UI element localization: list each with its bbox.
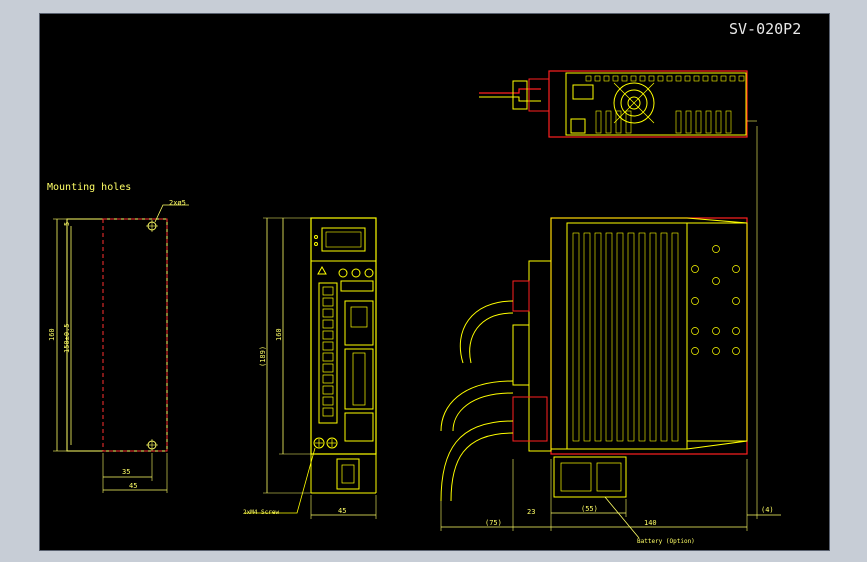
side-view: Battery (Option) (75) 23 (55) 140 (4)	[440, 126, 781, 545]
top-fin	[725, 110, 732, 134]
top-fin	[705, 110, 712, 134]
dim-front-overall-height: (189)	[259, 346, 267, 367]
mounting-holes-label: Mounting holes	[47, 182, 131, 193]
top-vent-slot	[648, 75, 655, 82]
side-fin	[583, 232, 591, 442]
top-vent-slot	[702, 75, 709, 82]
front-body	[310, 217, 377, 455]
top-view	[479, 70, 757, 138]
front-terminal	[322, 396, 334, 406]
hole-callout: 2xø5	[169, 199, 186, 207]
front-terminal	[322, 319, 334, 329]
front-terminals	[322, 286, 334, 417]
dim-side-offset: 23	[527, 508, 535, 516]
cable-1	[459, 300, 514, 364]
drawing-title: SV-020P2	[729, 20, 801, 38]
cable-2	[440, 380, 514, 432]
side-mount-hole	[691, 347, 699, 355]
front-terminal	[322, 341, 334, 351]
dim-side-battery: (55)	[581, 505, 598, 513]
top-vent-slot	[684, 75, 691, 82]
dim-mount-top-offset: 5	[63, 222, 71, 226]
dim-front-height: 160	[275, 328, 283, 341]
dim-mount-pitch: 150±0.5	[63, 323, 71, 353]
top-vent-slot	[693, 75, 700, 82]
top-fin	[605, 110, 612, 134]
mounting-holes-view: Mounting holes 2xø5 160 150±0.5 5 35 45	[47, 182, 189, 493]
cad-drawing-viewport: SV-020P2 Mounting holes 2xø5 160 150±0.5…	[39, 13, 830, 551]
side-mount-hole	[712, 245, 720, 253]
dim-side-cable: (75)	[485, 519, 502, 527]
front-view: 2xM4 Screw (189) 160 45	[243, 217, 377, 519]
side-fin	[627, 232, 635, 442]
top-vent-slot	[621, 75, 628, 82]
side-fin	[638, 232, 646, 442]
front-terminal	[322, 297, 334, 307]
top-fin	[675, 110, 682, 134]
side-mount-hole	[712, 277, 720, 285]
top-vent-slot	[711, 75, 718, 82]
dim-front-width: 45	[338, 507, 346, 515]
dim-mount-width: 45	[129, 482, 137, 490]
front-terminal	[322, 374, 334, 384]
side-mount-hole	[712, 327, 720, 335]
dim-mount-hole-spacing: 35	[122, 468, 130, 476]
battery-callout: Battery (Option)	[637, 538, 695, 545]
dim-side-depth: 140	[644, 519, 657, 527]
side-fin	[649, 232, 657, 442]
side-fins	[572, 232, 679, 442]
mount-plate-hidden	[102, 218, 168, 452]
top-vent-slot	[594, 75, 601, 82]
side-fin	[660, 232, 668, 442]
side-mount-hole	[732, 265, 740, 273]
top-vent-slot	[585, 75, 592, 82]
top-vent-slot	[603, 75, 610, 82]
side-mount-hole	[691, 297, 699, 305]
top-vent-slot	[630, 75, 637, 82]
side-mount-hole	[712, 347, 720, 355]
top-vent-slot	[738, 75, 745, 82]
top-fin	[695, 110, 702, 134]
side-fin	[572, 232, 580, 442]
front-terminal	[322, 385, 334, 395]
side-fin	[616, 232, 624, 442]
front-terminal	[322, 352, 334, 362]
top-vents	[585, 75, 745, 134]
mount-plate-outline	[66, 218, 168, 452]
dim-mount-height: 160	[48, 328, 56, 341]
side-mount-hole	[691, 265, 699, 273]
top-vent-slot	[612, 75, 619, 82]
front-terminal	[322, 407, 334, 417]
screw-callout: 2xM4 Screw	[243, 509, 280, 516]
side-mount-hole	[732, 327, 740, 335]
side-fin	[594, 232, 602, 442]
side-mount-hole	[732, 347, 740, 355]
side-mount-hole	[732, 297, 740, 305]
front-terminal	[322, 363, 334, 373]
side-fin	[671, 232, 679, 442]
side-mount-hole	[691, 327, 699, 335]
top-vent-slot	[675, 75, 682, 82]
side-body	[550, 217, 748, 455]
front-display	[321, 227, 366, 252]
top-fin	[715, 110, 722, 134]
top-fin	[595, 110, 602, 134]
top-fin	[615, 110, 622, 134]
front-terminal	[322, 286, 334, 296]
top-vent-slot	[639, 75, 646, 82]
top-fin	[685, 110, 692, 134]
side-holes	[691, 245, 740, 355]
front-terminal	[322, 330, 334, 340]
front-terminal	[322, 308, 334, 318]
top-vent-slot	[720, 75, 727, 82]
top-vent-slot	[657, 75, 664, 82]
dim-side-right: (4)	[761, 506, 774, 514]
top-vent-slot	[666, 75, 673, 82]
top-vent-slot	[729, 75, 736, 82]
side-fin	[605, 232, 613, 442]
